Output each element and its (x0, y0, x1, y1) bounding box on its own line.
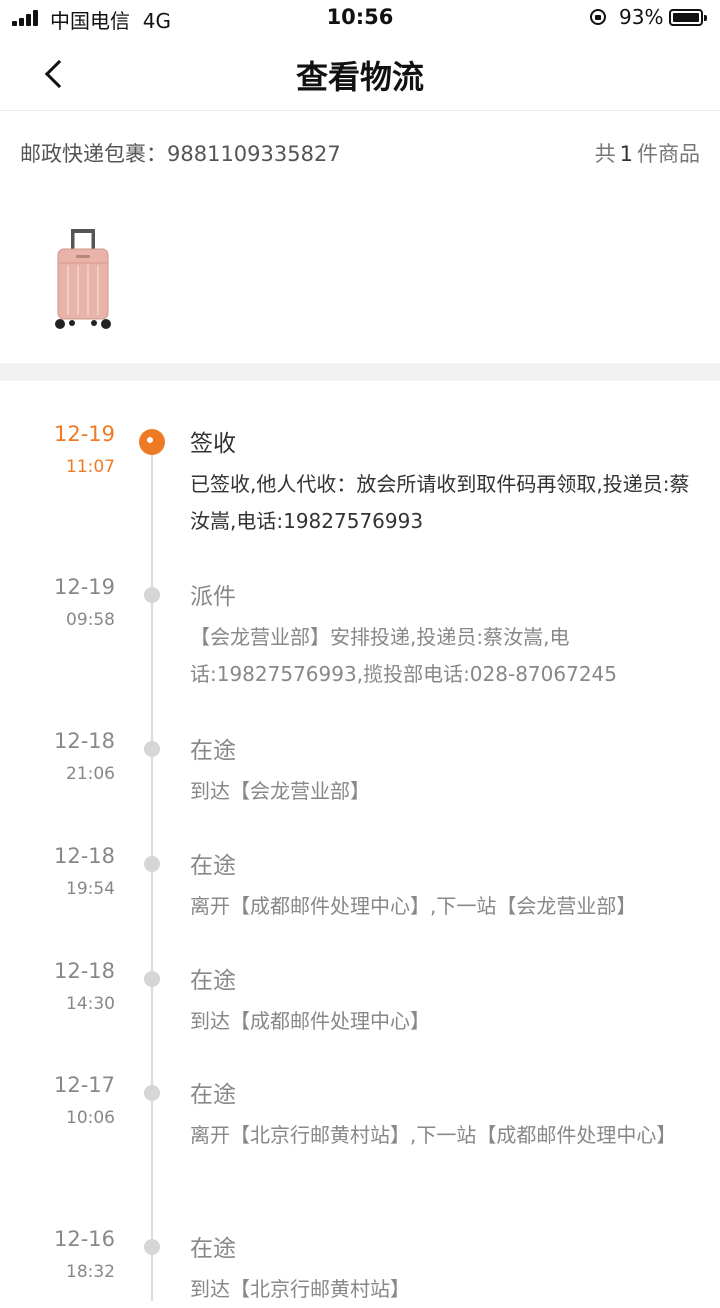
event-description: 已签收,他人代收：放会所请收到取件码再领取,投递员:蔡汝嵩,电话:1982757… (190, 472, 690, 533)
event-description: 到达【会龙营业部】 (190, 779, 370, 803)
event-time: 19:54 (66, 879, 115, 899)
event-description: 【会龙营业部】安排投递,投递员:蔡汝嵩,电话:19827576993,揽投部电话… (190, 625, 617, 686)
tracking-number: 邮政快递包裹：9881109335827 (20, 142, 341, 166)
event-time: 11:07 (66, 457, 115, 477)
tracking-timeline: 12-19 11:07 签收 已签收,他人代收：放会所请收到取件码再领取,投递员… (0, 381, 720, 1301)
event-time: 10:06 (66, 1108, 115, 1128)
rotation-lock-icon (590, 9, 606, 25)
timeline-dot-icon (144, 1239, 160, 1255)
event-status: 在途 (190, 738, 236, 764)
event-date: 12-18 (53, 844, 115, 868)
event-date: 12-18 (53, 729, 115, 753)
timeline-dot-icon (144, 856, 160, 872)
timeline-dot-icon (144, 1085, 160, 1101)
timeline-dot-icon (144, 741, 160, 757)
event-date: 12-18 (53, 959, 115, 983)
event-status: 在途 (190, 853, 236, 879)
event-description: 离开【北京行邮黄村站】,下一站【成都邮件处理中心】 (190, 1123, 677, 1147)
event-description: 离开【成都邮件处理中心】,下一站【会龙营业部】 (190, 894, 637, 918)
timeline-dot-icon (144, 971, 160, 987)
battery-icon (669, 9, 707, 26)
event-time: 21:06 (66, 764, 115, 784)
event-date: 12-16 (53, 1227, 115, 1251)
timeline-dot-active-icon (139, 429, 165, 455)
event-time: 09:58 (66, 610, 115, 630)
event-description: 到达【成都邮件处理中心】 (190, 1009, 430, 1033)
timeline-dot-icon (144, 587, 160, 603)
event-status: 签收 (190, 431, 236, 457)
status-bar: 中国电信 4G 10:56 93% (0, 0, 720, 38)
event-date: 12-17 (53, 1073, 115, 1097)
page-title: 查看物流 (295, 58, 424, 96)
item-count: 共 1 件商品 (594, 142, 700, 166)
event-date: 12-19 (53, 575, 115, 599)
event-status: 在途 (190, 1236, 236, 1262)
event-status: 在途 (190, 968, 236, 994)
event-time: 18:32 (66, 1262, 115, 1282)
clock: 10:56 (326, 5, 394, 29)
event-status: 派件 (190, 584, 236, 610)
battery-percent: 93% (619, 5, 664, 29)
package-info: 邮政快递包裹：9881109335827 共 1 件商品 (0, 111, 720, 363)
event-description: 到达【北京行邮黄村站】 (190, 1277, 410, 1301)
event-time: 14:30 (66, 994, 115, 1014)
event-status: 在途 (190, 1082, 236, 1108)
nav-bar: 查看物流 (0, 38, 720, 111)
suitcase-icon[interactable] (52, 227, 114, 333)
event-date: 12-19 (53, 422, 115, 446)
section-divider (0, 363, 720, 381)
